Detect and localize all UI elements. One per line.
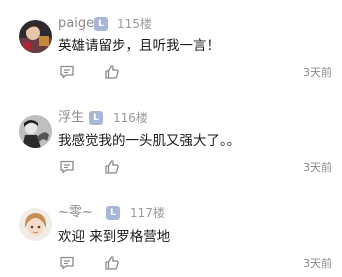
avatar[interactable] — [19, 20, 52, 53]
reply-icon[interactable] — [59, 64, 75, 80]
comment-author[interactable]: 浮生 — [58, 110, 84, 126]
comment-floor: 117楼 — [130, 206, 165, 220]
comment-author[interactable]: ~零~ — [58, 205, 93, 221]
reply-icon[interactable] — [59, 159, 75, 175]
comment-floor: 116楼 — [113, 111, 148, 125]
comment-feed: paige L 115楼 英雄请留步，且听我一言！ 3天前 浮生 L 116楼 … — [0, 0, 342, 277]
level-badge-icon: L — [89, 111, 103, 125]
reply-icon[interactable] — [59, 255, 75, 271]
level-badge-icon: L — [94, 17, 108, 31]
like-icon[interactable] — [104, 64, 120, 80]
comment-author[interactable]: paige — [58, 16, 94, 32]
level-badge-icon: L — [106, 206, 120, 220]
like-icon[interactable] — [104, 255, 120, 271]
like-icon[interactable] — [104, 159, 120, 175]
avatar[interactable] — [19, 208, 52, 241]
comment-text: 我感觉我的一头肌又强大了。。 — [58, 133, 241, 149]
comment-text: 英雄请留步，且听我一言！ — [58, 38, 220, 54]
comment-floor: 115楼 — [117, 17, 152, 31]
comment-time: 3天前 — [303, 161, 332, 174]
comment-text: 欢迎 来到罗格营地 — [58, 229, 171, 245]
avatar[interactable] — [19, 115, 52, 148]
comment-time: 3天前 — [303, 257, 332, 270]
comment-time: 3天前 — [303, 66, 332, 79]
